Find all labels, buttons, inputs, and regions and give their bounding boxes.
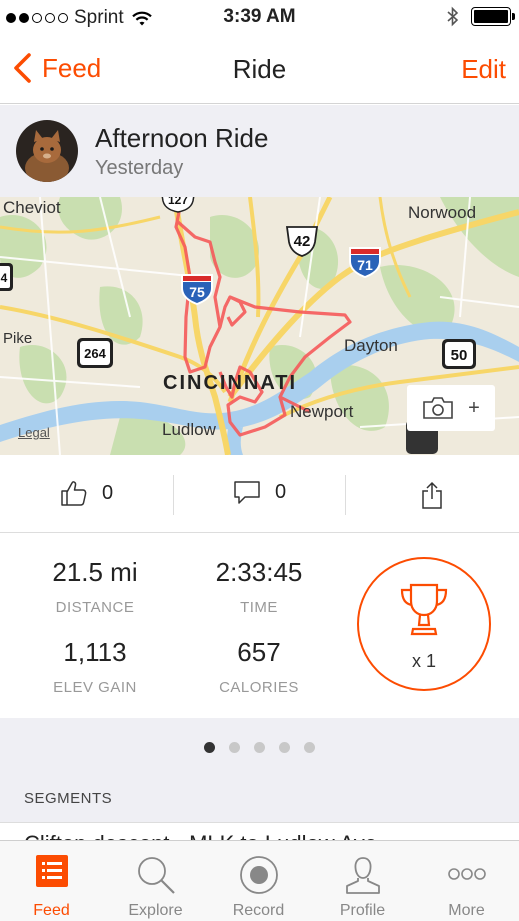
kudos-button[interactable]: 0 bbox=[60, 479, 113, 507]
time-value: 2:33:45 bbox=[215, 557, 303, 587]
achievement-count: x 1 bbox=[411, 651, 436, 671]
achievements-button[interactable]: x 1 bbox=[357, 557, 491, 691]
interstate-71-shield-icon: 71 bbox=[349, 247, 381, 278]
tab-label: More bbox=[448, 902, 485, 919]
us-42-route-shield-icon: 42 bbox=[285, 226, 319, 257]
calories-label: CALORIES bbox=[219, 679, 299, 696]
tab-label: Profile bbox=[339, 902, 386, 919]
activity-date: Yesterday bbox=[95, 157, 184, 179]
comment-button[interactable]: 0 bbox=[233, 479, 286, 505]
tab-feed[interactable]: Feed bbox=[0, 841, 103, 921]
page-dot bbox=[254, 742, 265, 753]
map-label-pike: Pike bbox=[3, 330, 33, 347]
interstate-75-shield-number: 75 bbox=[189, 284, 205, 300]
tab-bar: Feed Explore Record Profile More bbox=[0, 840, 519, 921]
map-label-cincinnati: CINCINNATI bbox=[163, 372, 298, 394]
share-icon bbox=[422, 481, 442, 509]
activity-header: Afternoon Ride Yesterday bbox=[0, 105, 519, 197]
tab-label: Feed bbox=[33, 902, 70, 919]
page-dot bbox=[304, 742, 315, 753]
tab-explore[interactable]: Explore bbox=[104, 841, 207, 921]
segments-header: SEGMENTS bbox=[24, 790, 113, 807]
map-label-norwood: Norwood bbox=[408, 203, 477, 222]
bluetooth-icon bbox=[447, 6, 459, 27]
elev-gain-value: 1,113 bbox=[63, 637, 127, 667]
map-label-cheviot: Cheviot bbox=[3, 198, 61, 217]
oh-264-shield-icon: 264 bbox=[77, 338, 113, 368]
add-photo-button[interactable]: + bbox=[407, 385, 495, 431]
share-button[interactable] bbox=[420, 481, 444, 509]
map-label-ludlow: Ludlow bbox=[162, 420, 216, 439]
trophy-icon bbox=[400, 583, 448, 636]
avatar[interactable] bbox=[16, 120, 78, 182]
kudos-count: 0 bbox=[102, 481, 114, 504]
page-indicator[interactable] bbox=[0, 742, 519, 753]
tab-record[interactable]: Record bbox=[207, 841, 310, 921]
page-dot bbox=[204, 742, 215, 753]
tab-more[interactable]: More bbox=[415, 841, 518, 921]
edge-route-shield-number: 4 bbox=[1, 271, 8, 285]
activity-stats: 21.5 mi DISTANCE 2:33:45 TIME 1,113 ELEV… bbox=[0, 533, 519, 718]
page-title: Ride bbox=[232, 54, 287, 84]
feed-icon bbox=[35, 855, 68, 887]
us-127-shield-icon: 127 bbox=[161, 197, 195, 213]
oh-264-shield-number: 264 bbox=[84, 346, 106, 361]
calories-value: 657 bbox=[237, 637, 281, 667]
map-label-newport: Newport bbox=[290, 402, 354, 421]
more-icon bbox=[447, 868, 486, 880]
camera-icon bbox=[423, 397, 453, 419]
divider bbox=[173, 475, 174, 515]
social-actions-row: 0 0 bbox=[0, 455, 519, 533]
activity-title: Afternoon Ride bbox=[95, 123, 269, 153]
interstate-71-shield-number: 71 bbox=[357, 257, 373, 273]
plus-icon: + bbox=[468, 396, 480, 419]
page-dot bbox=[229, 742, 240, 753]
tab-label: Explore bbox=[128, 902, 183, 919]
comment-count: 0 bbox=[275, 480, 287, 503]
status-bar: Sprint 3:39 AM bbox=[0, 0, 519, 36]
map-label-dayton: Dayton bbox=[344, 336, 398, 355]
explore-icon bbox=[137, 857, 175, 894]
edge-route-shield-icon: 4 bbox=[0, 263, 13, 291]
navigation-bar: Feed Ride Edit bbox=[0, 36, 519, 104]
interstate-75-shield-icon: 75 bbox=[181, 274, 213, 305]
us-127-shield-number: 127 bbox=[168, 197, 188, 207]
thumbs-up-icon bbox=[61, 481, 87, 506]
us-50-shield-icon: 50 bbox=[442, 339, 476, 369]
us-42-shield-icon bbox=[284, 424, 320, 455]
battery-icon bbox=[471, 7, 515, 26]
time-label: TIME bbox=[240, 599, 278, 616]
distance-value: 21.5 mi bbox=[52, 557, 138, 587]
comment-icon bbox=[234, 481, 260, 504]
map-legal-link[interactable]: Legal bbox=[18, 425, 50, 440]
us-42-shield-number: 42 bbox=[294, 233, 311, 250]
page-dot bbox=[279, 742, 290, 753]
record-icon bbox=[239, 856, 278, 894]
distance-label: DISTANCE bbox=[55, 599, 135, 616]
divider bbox=[345, 475, 346, 515]
edit-button[interactable]: Edit bbox=[461, 54, 506, 85]
us-50-shield-number: 50 bbox=[451, 347, 468, 364]
profile-icon bbox=[345, 857, 380, 894]
details-section: SEGMENTS Clifton descent - MLK to Ludlow… bbox=[0, 718, 519, 852]
elev-gain-label: ELEV GAIN bbox=[53, 679, 137, 696]
tab-profile[interactable]: Profile bbox=[311, 841, 414, 921]
tab-label: Record bbox=[232, 902, 285, 919]
status-time: 3:39 AM bbox=[223, 6, 296, 27]
route-map[interactable]: 127 42 71 75 264 50 4 Cheviot Norwood Pi… bbox=[0, 197, 519, 455]
